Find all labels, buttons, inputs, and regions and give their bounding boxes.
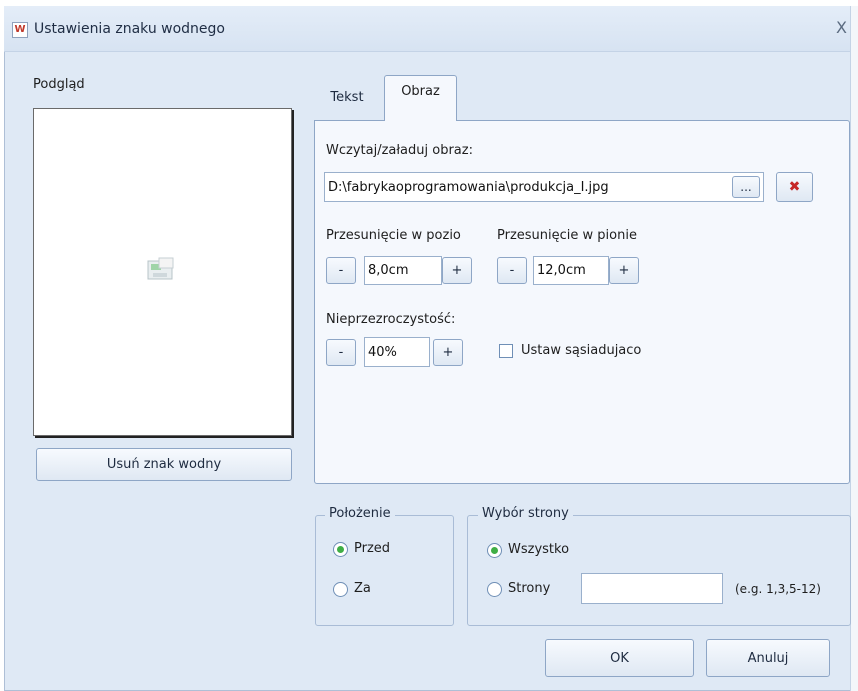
opacity-decrement[interactable]: - <box>326 339 356 366</box>
position-behind-label: Za <box>354 581 371 596</box>
remove-watermark-button[interactable]: Usuń znak wodny <box>36 448 292 481</box>
tab-text[interactable]: Tekst <box>314 82 380 112</box>
tile-checkbox[interactable] <box>499 344 513 358</box>
horizontal-offset-value: 8,0cm <box>368 263 409 278</box>
page-range-radio[interactable] <box>487 582 502 597</box>
load-image-label: Wczytaj/załaduj obraz: <box>326 143 473 158</box>
preview-page <box>33 108 292 436</box>
preview-label: Podgląd <box>33 77 85 92</box>
all-pages-label: Wszystko <box>508 542 570 557</box>
all-pages-radio[interactable] <box>487 543 502 558</box>
browse-button[interactable]: ... <box>732 176 760 198</box>
vertical-offset-label: Przesunięcie w pionie <box>497 228 637 243</box>
cancel-button[interactable]: Anuluj <box>706 639 830 677</box>
opacity-label: Nieprzezroczystość: <box>326 312 456 327</box>
page-selection-title: Wybór strony <box>478 506 573 521</box>
opacity-field[interactable]: 40% <box>364 337 430 367</box>
position-behind-radio[interactable] <box>333 582 348 597</box>
tab-image[interactable]: Obraz <box>384 75 457 121</box>
opacity-value: 40% <box>368 344 397 360</box>
image-path-value: D:\fabrykaoprogramowania\produkcja_I.jpg <box>328 179 609 195</box>
horizontal-offset-field[interactable]: 8,0cm <box>364 256 442 285</box>
clear-image-button[interactable]: ✖ <box>776 172 813 202</box>
position-groupbox <box>315 515 454 626</box>
watermark-image-thumbnail-icon <box>147 257 174 280</box>
position-before-label: Przed <box>354 541 391 556</box>
dialog-title: Ustawienia znaku wodnego <box>34 21 225 37</box>
position-before-radio[interactable] <box>333 542 348 557</box>
vertical-offset-increment[interactable]: + <box>609 257 639 284</box>
window-edge <box>850 6 858 691</box>
page-selection-groupbox <box>467 515 851 626</box>
page-range-label: Strony <box>508 581 551 596</box>
close-icon[interactable]: X <box>836 18 847 37</box>
vertical-offset-decrement[interactable]: - <box>497 257 527 284</box>
clear-icon: ✖ <box>788 179 801 195</box>
horizontal-offset-increment[interactable]: + <box>442 257 472 284</box>
opacity-increment[interactable]: + <box>433 339 463 366</box>
vertical-offset-field[interactable]: 12,0cm <box>533 256 609 285</box>
image-path-field[interactable]: D:\fabrykaoprogramowania\produkcja_I.jpg <box>324 172 764 202</box>
page-range-input[interactable] <box>581 573 723 604</box>
document-app-icon: W <box>12 22 28 38</box>
horizontal-offset-label: Przesunięcie w pozio <box>326 228 461 243</box>
tab-image-label: Obraz <box>401 84 440 99</box>
vertical-offset-value: 12,0cm <box>537 263 586 278</box>
ok-button[interactable]: OK <box>545 639 694 677</box>
tile-label: Ustaw sąsiadujaco <box>521 343 642 358</box>
position-group-title: Położenie <box>325 506 395 521</box>
page-range-hint: (e.g. 1,3,5-12) <box>735 582 821 596</box>
horizontal-offset-decrement[interactable]: - <box>326 257 356 284</box>
